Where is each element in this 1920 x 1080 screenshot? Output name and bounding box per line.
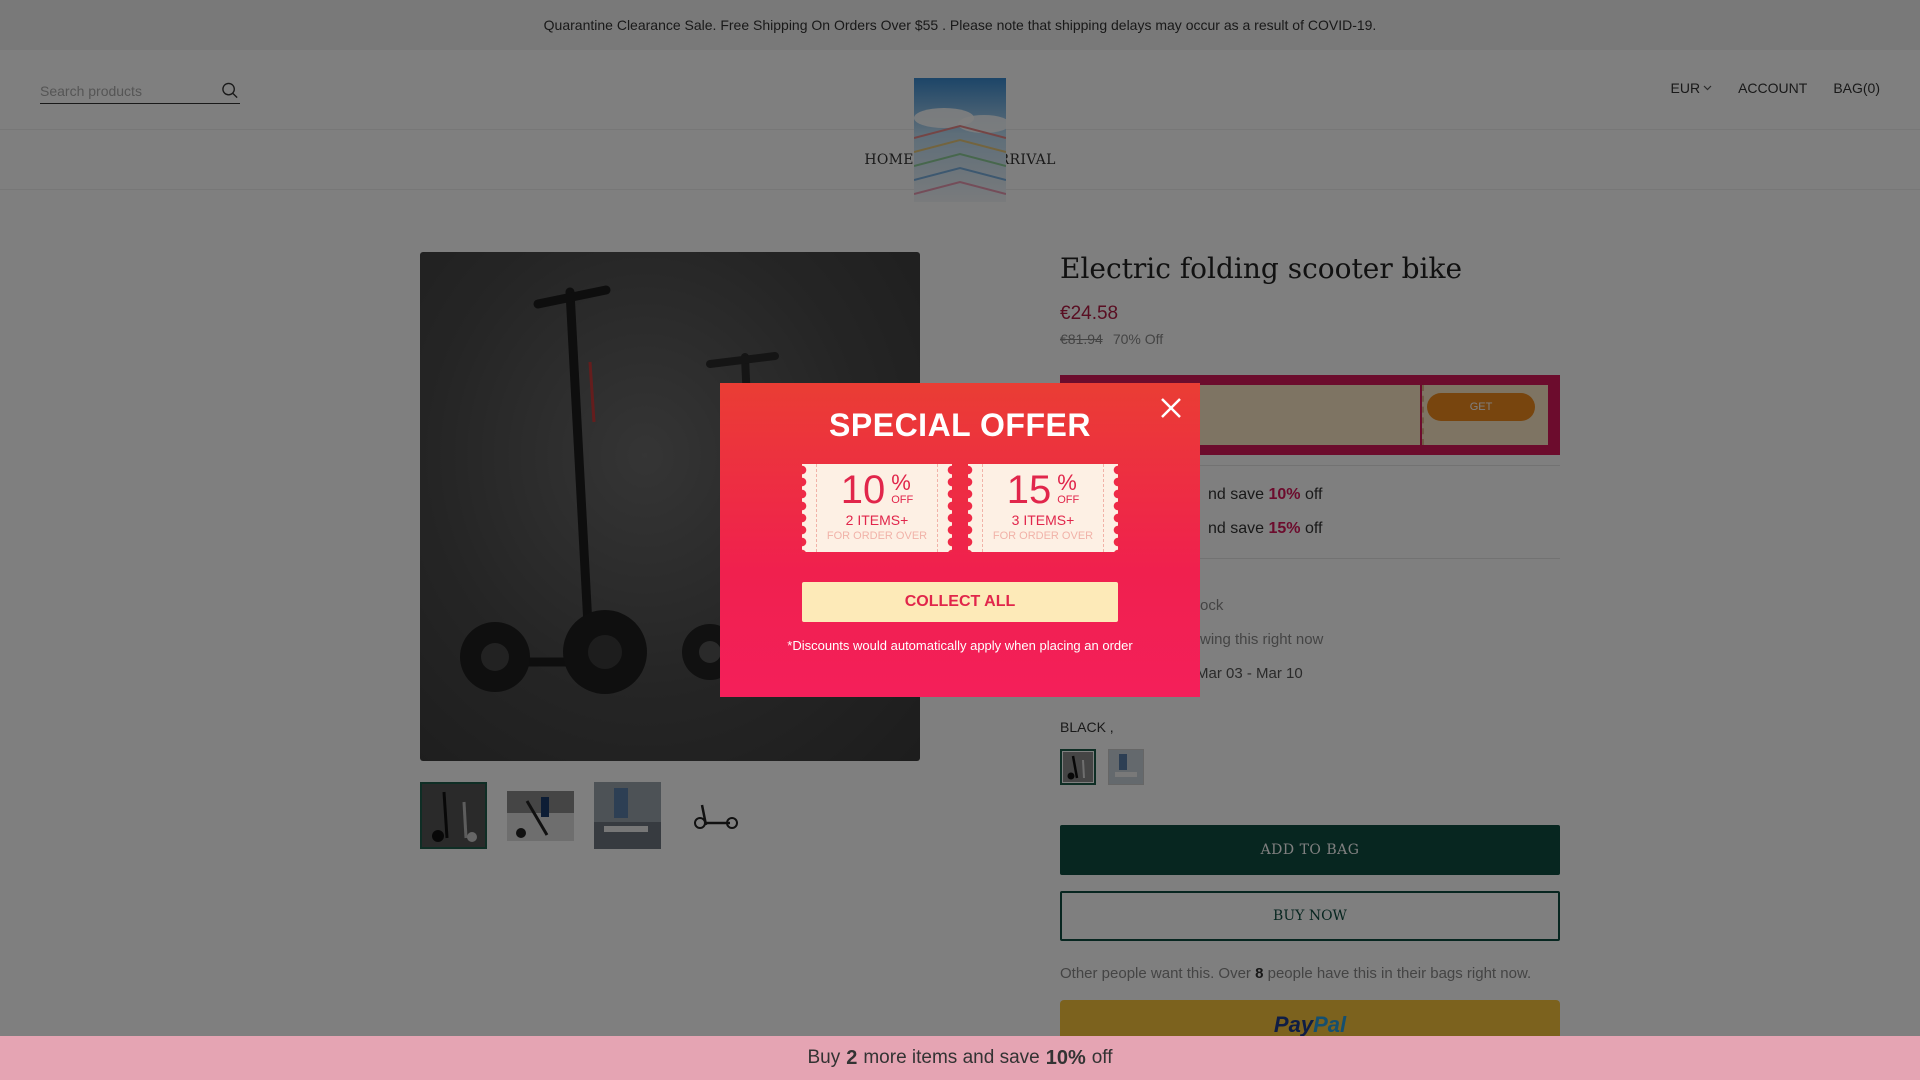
modal-coupons: 10 % OFF 2 ITEMS+ FOR ORDER OVER 15 % OFF … bbox=[720, 464, 1200, 552]
promo-percent: 10% bbox=[1045, 1046, 1086, 1069]
coupon-percent: % bbox=[891, 470, 911, 495]
close-icon[interactable] bbox=[1154, 391, 1188, 425]
coupon-off: OFF bbox=[891, 494, 914, 506]
collect-all-button[interactable]: COLLECT ALL bbox=[802, 582, 1118, 622]
coupon-over: FOR ORDER OVER bbox=[826, 530, 928, 542]
coupon-card: 10 % OFF 2 ITEMS+ FOR ORDER OVER bbox=[802, 464, 952, 552]
coupon-over: FOR ORDER OVER bbox=[992, 530, 1094, 542]
promo-count: 2 bbox=[846, 1046, 858, 1069]
promo-suffix: off bbox=[1091, 1047, 1113, 1068]
modal-note: *Discounts would automatically apply whe… bbox=[787, 638, 1133, 653]
coupon-value: 15 bbox=[1006, 468, 1052, 512]
bottom-promo-bar: Buy 2 more items and save 10% off bbox=[0, 1036, 1920, 1080]
coupon-off: OFF bbox=[1057, 494, 1080, 506]
promo-middle: more items and save bbox=[863, 1047, 1040, 1068]
coupon-items: 3 ITEMS+ bbox=[1011, 512, 1075, 528]
promo-prefix: Buy bbox=[807, 1047, 841, 1068]
coupon-value: 10 bbox=[840, 468, 886, 512]
modal-title: SPECIAL OFFER bbox=[829, 407, 1091, 443]
coupon-percent: % bbox=[1057, 470, 1077, 495]
special-offer-modal: SPECIAL OFFER 10 % OFF 2 ITEMS+ FOR ORDER… bbox=[720, 383, 1200, 697]
coupon-card: 15 % OFF 3 ITEMS+ FOR ORDER OVER bbox=[968, 464, 1118, 552]
coupon-items: 2 ITEMS+ bbox=[845, 512, 909, 528]
